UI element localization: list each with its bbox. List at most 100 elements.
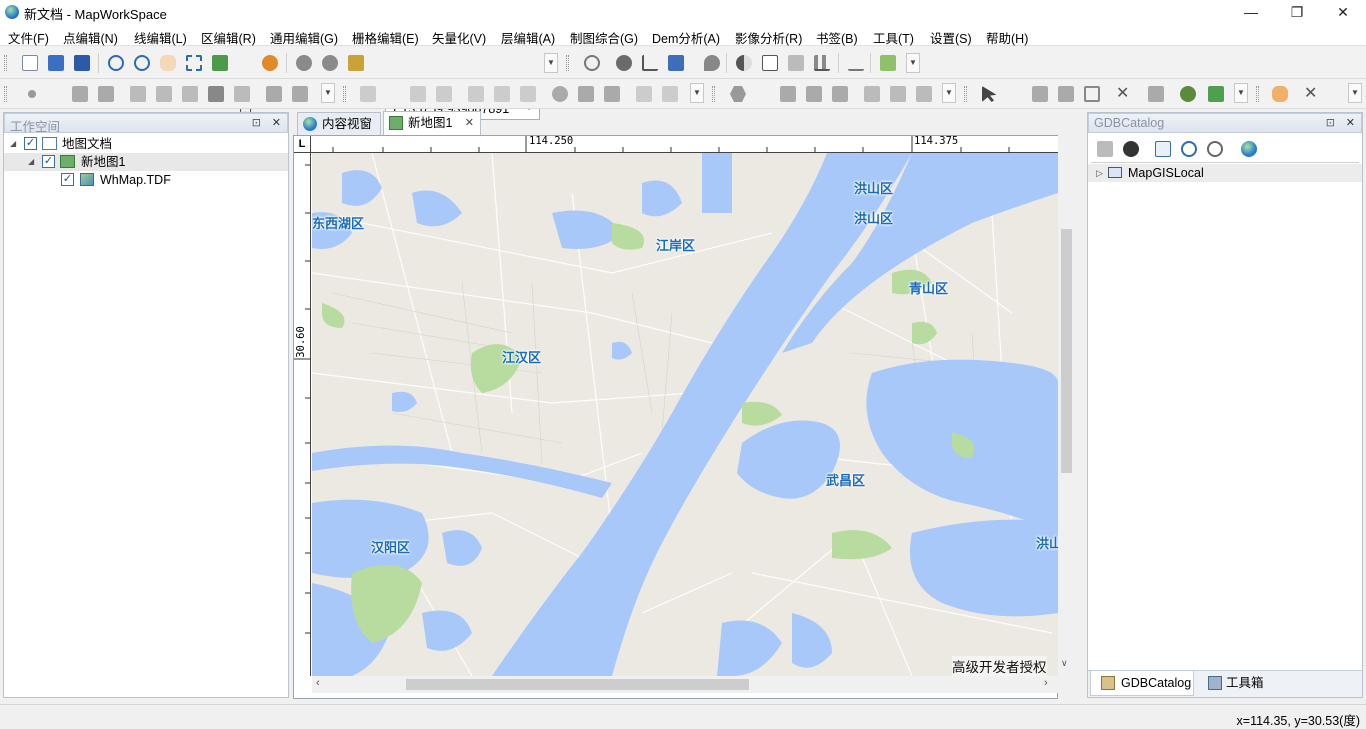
tree-node-layer[interactable]: ✓ WhMap.TDF bbox=[4, 171, 288, 189]
grid-icon[interactable] bbox=[762, 55, 778, 71]
vertical-scroll-thumb[interactable] bbox=[1061, 229, 1072, 473]
map-horizontal-scrollbar[interactable]: ‹ › bbox=[312, 676, 1058, 693]
expand-icon[interactable]: ◢ bbox=[28, 153, 34, 171]
info-icon[interactable] bbox=[616, 55, 632, 71]
menu-cartographic-generalization[interactable]: 制图综合(G) bbox=[570, 28, 638, 47]
magnify-icon[interactable] bbox=[584, 55, 600, 71]
line-style-icon[interactable] bbox=[604, 86, 620, 102]
gdb-tree-node-local[interactable]: ▷ MapGISLocal bbox=[1088, 164, 1362, 182]
text-edit-icon[interactable] bbox=[130, 86, 146, 102]
edit-line-param-icon[interactable] bbox=[292, 86, 308, 102]
tab-gdbcatalog[interactable]: GDBCatalog bbox=[1090, 671, 1194, 696]
toolbar-grip[interactable] bbox=[712, 86, 715, 102]
menu-line-edit[interactable]: 线编辑(L) bbox=[134, 28, 187, 47]
menu-file[interactable]: 文件(F) bbox=[8, 28, 49, 47]
toolbar-grip[interactable] bbox=[4, 86, 7, 102]
layer-checkbox[interactable]: ✓ bbox=[61, 173, 74, 186]
ruler-corner[interactable]: L bbox=[294, 136, 311, 153]
tree-node-map[interactable]: ◢ ✓ 新地图1 bbox=[4, 153, 288, 171]
hand-stop-icon[interactable] bbox=[1272, 86, 1288, 102]
toolbar-overflow-dropdown[interactable]: ▼ bbox=[544, 53, 558, 73]
menu-vectorize[interactable]: 矢量化(V) bbox=[432, 28, 486, 47]
tab-content-view[interactable]: 内容视窗 bbox=[297, 112, 381, 136]
transform-icon[interactable] bbox=[668, 55, 684, 71]
scroll-left-icon[interactable]: ‹ bbox=[316, 677, 320, 689]
menu-image-analysis[interactable]: 影像分析(R) bbox=[735, 28, 802, 47]
histogram-icon[interactable] bbox=[814, 55, 830, 71]
move-vertex-icon[interactable] bbox=[520, 86, 536, 102]
gdb-globe-icon[interactable] bbox=[1241, 141, 1257, 157]
cut-line-icon[interactable] bbox=[436, 86, 452, 102]
text-style-icon[interactable] bbox=[234, 86, 250, 102]
zoom-in-icon[interactable] bbox=[108, 55, 124, 71]
align-icon[interactable] bbox=[208, 86, 224, 102]
gdb-properties-icon[interactable] bbox=[1097, 141, 1113, 157]
minimize-button[interactable]: — bbox=[1228, 0, 1274, 24]
edit-region-icon[interactable] bbox=[780, 86, 796, 102]
scroll-down-icon[interactable]: ∨ bbox=[1061, 658, 1068, 669]
copy-point-icon[interactable] bbox=[182, 86, 198, 102]
select-arrow-icon[interactable] bbox=[982, 86, 997, 102]
menu-bookmarks[interactable]: 书签(B) bbox=[816, 28, 858, 47]
table-icon[interactable] bbox=[788, 55, 804, 71]
heart-icon[interactable] bbox=[704, 55, 720, 71]
point-icon[interactable] bbox=[28, 90, 36, 98]
merge-region-icon[interactable] bbox=[864, 86, 880, 102]
rotate-icon[interactable] bbox=[552, 86, 568, 102]
split-region-icon[interactable] bbox=[890, 86, 906, 102]
menu-layer-edit[interactable]: 层编辑(A) bbox=[501, 28, 555, 47]
menu-raster-edit[interactable]: 栅格编辑(E) bbox=[352, 28, 419, 47]
line-param-icon[interactable] bbox=[578, 86, 594, 102]
edit-line-icon[interactable] bbox=[266, 86, 282, 102]
tab-new-map[interactable]: 新地图1 ✕ bbox=[383, 111, 481, 136]
cube-icon[interactable] bbox=[916, 86, 932, 102]
menu-dem-analysis[interactable]: Dem分析(A) bbox=[652, 28, 720, 47]
move-point-icon[interactable] bbox=[156, 86, 172, 102]
gdb-window-icon[interactable] bbox=[1155, 141, 1171, 157]
contrast-icon[interactable] bbox=[736, 55, 752, 71]
toolbar-overflow-dropdown[interactable]: ▼ bbox=[906, 53, 920, 73]
add-vertex-icon[interactable] bbox=[468, 86, 484, 102]
pin-icon[interactable]: ⊡ bbox=[252, 116, 261, 129]
layers-green-icon[interactable] bbox=[1208, 86, 1224, 102]
clipboard-icon[interactable] bbox=[880, 55, 896, 71]
toolbar-grip[interactable] bbox=[343, 86, 346, 102]
draw-line-icon[interactable] bbox=[360, 86, 376, 102]
warning-icon[interactable] bbox=[848, 55, 864, 71]
frame-icon[interactable] bbox=[1084, 86, 1100, 102]
delete-x-icon[interactable]: ✕ bbox=[1116, 86, 1132, 102]
menu-help[interactable]: 帮助(H) bbox=[986, 28, 1028, 47]
toolbar-overflow-dropdown[interactable]: ▼ bbox=[1234, 83, 1248, 103]
menu-general-edit[interactable]: 通用编辑(G) bbox=[270, 28, 338, 47]
region-style-icon[interactable] bbox=[832, 86, 848, 102]
close-window-button[interactable]: ✕ bbox=[1320, 0, 1366, 24]
cancel-x-icon[interactable]: ✕ bbox=[1304, 86, 1320, 102]
menu-region-edit[interactable]: 区编辑(R) bbox=[201, 28, 256, 47]
measure-icon[interactable] bbox=[642, 55, 658, 71]
scroll-right-icon[interactable]: › bbox=[1044, 677, 1048, 689]
toolbar-grip[interactable] bbox=[964, 86, 967, 102]
toolbar-overflow-dropdown[interactable]: ▼ bbox=[321, 83, 335, 103]
region-param-icon[interactable] bbox=[806, 86, 822, 102]
pin-icon[interactable]: ⊡ bbox=[1326, 116, 1335, 129]
menu-settings[interactable]: 设置(S) bbox=[930, 28, 972, 47]
delete-vertex-icon[interactable] bbox=[494, 86, 510, 102]
edit-point-icon[interactable] bbox=[72, 86, 88, 102]
layer-down-icon[interactable] bbox=[322, 55, 338, 71]
close-panel-button[interactable]: ✕ bbox=[1346, 116, 1355, 129]
toolbar-grip[interactable] bbox=[4, 55, 7, 71]
pan-hand-icon[interactable] bbox=[160, 55, 176, 71]
horizontal-scroll-thumb[interactable] bbox=[406, 679, 749, 690]
edit-attribute-icon[interactable] bbox=[1032, 86, 1048, 102]
expand-icon[interactable]: ◢ bbox=[10, 135, 16, 153]
menu-point-edit[interactable]: 点编辑(N) bbox=[63, 28, 118, 47]
gdb-search-icon[interactable] bbox=[1207, 141, 1223, 157]
delete-line-icon[interactable] bbox=[410, 86, 426, 102]
settings-gear-icon[interactable] bbox=[1180, 86, 1196, 102]
close-panel-button[interactable]: ✕ bbox=[272, 116, 281, 129]
open-icon[interactable] bbox=[48, 55, 64, 71]
toolbar-overflow-dropdown[interactable]: ▼ bbox=[942, 83, 956, 103]
edit-style-icon[interactable] bbox=[1058, 86, 1074, 102]
zoom-out-icon[interactable] bbox=[134, 55, 150, 71]
edit-point-param-icon[interactable] bbox=[98, 86, 114, 102]
